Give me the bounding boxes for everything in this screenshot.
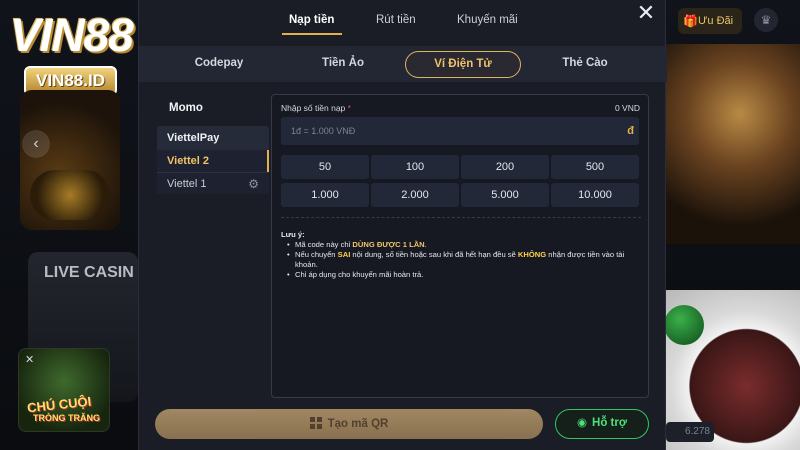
note-item: Nếu chuyển SAI nội dung, số tiền hoặc sa… [287, 250, 641, 270]
support-button[interactable]: ◉ Hỗ trợ [555, 409, 649, 439]
quick-amount-button[interactable]: 5.000 [461, 183, 549, 207]
quick-amount-button[interactable]: 200 [461, 155, 549, 179]
promo-chip[interactable]: 🎁 Ưu Đãi [678, 8, 742, 34]
amount-label-text: Nhập số tiền nạp [281, 103, 346, 113]
qr-code-icon [309, 417, 322, 429]
note-text: Mã code này chỉ [295, 240, 353, 249]
deposit-form-panel: Nhập số tiền nạp * 0 VND đ 50 100 200 50… [271, 94, 649, 398]
carousel-prev-arrow-icon[interactable]: ‹ [22, 130, 50, 158]
note-text: . [424, 240, 427, 249]
close-icon[interactable]: ✕ [25, 353, 34, 366]
section-divider [281, 217, 641, 218]
provider-label: Viettel 2 [167, 155, 209, 167]
maintenance-icon: ⚙ [248, 177, 259, 191]
method-crypto[interactable]: Tiền Ảo [291, 51, 395, 78]
currency-dong-icon: đ [627, 125, 634, 137]
promo-chip-label: Ưu Đãi [698, 15, 734, 27]
green-ball-decoration [664, 305, 704, 345]
active-tab-indicator [282, 33, 342, 35]
live-casino-label: LIVE CASIN [44, 264, 134, 281]
method-ewallet[interactable]: Ví Điện Tử [405, 51, 521, 78]
note-warning: SAI [337, 250, 351, 259]
create-qr-button[interactable]: Tạo mã QR [155, 409, 543, 439]
amount-label: Nhập số tiền nạp * [281, 103, 351, 113]
logo-main-text: VIN88 [10, 9, 134, 61]
balance-display: 0 VND [614, 103, 640, 113]
method-codepay[interactable]: Codepay [167, 51, 271, 78]
provider-viettel-1[interactable]: Viettel 1 ⚙ [157, 172, 269, 194]
tab-deposit[interactable]: Nạp tiền [289, 14, 334, 26]
jackpot-counter: 6.278 [666, 422, 714, 442]
note-item: Mã code này chỉ DÙNG ĐƯỢC 1 LẦN. [287, 240, 641, 250]
vip-crown-icon[interactable]: ♛ [754, 8, 778, 32]
provider-group-viettelpay[interactable]: ViettelPay [157, 126, 269, 150]
required-mark: * [347, 103, 351, 113]
floating-game-thumbnail[interactable]: ✕ CHÚ CUỘI TRÒNG TRĂNG [18, 348, 110, 432]
note-warning: KHÔNG [517, 250, 547, 259]
background-banner-right [666, 44, 800, 244]
gift-icon: 🎁 [683, 14, 698, 28]
tab-promotions[interactable]: Khuyến mãi [457, 14, 518, 26]
note-text: nội dung, số tiền hoặc sau khi đã hết hạ… [350, 250, 518, 259]
quick-amount-button[interactable]: 2.000 [371, 183, 459, 207]
provider-list: ViettelPay Viettel 2 Viettel 1 ⚙ [157, 126, 269, 194]
note-text: Nếu chuyển [295, 250, 338, 259]
quick-amount-button[interactable]: 50 [281, 155, 369, 179]
provider-label: Viettel 1 [167, 178, 207, 190]
note-highlight: DÙNG ĐƯỢC 1 LẦN [352, 240, 425, 249]
note-item: Chỉ áp dụng cho khuyến mãi hoàn trả. [287, 270, 641, 280]
quick-amount-button[interactable]: 100 [371, 155, 459, 179]
support-label: Hỗ trợ [592, 417, 628, 429]
game-thumb-title-2: TRÒNG TRĂNG [33, 413, 100, 423]
quick-amount-button[interactable]: 10.000 [551, 183, 639, 207]
quick-amount-button[interactable]: 500 [551, 155, 639, 179]
provider-momo[interactable]: Momo [169, 102, 203, 114]
deposit-notes: Lưu ý: Mã code này chỉ DÙNG ĐƯỢC 1 LẦN. … [281, 230, 641, 280]
note-title: Lưu ý: [281, 230, 305, 239]
quick-amount-button[interactable]: 1.000 [281, 183, 369, 207]
create-qr-label: Tạo mã QR [327, 418, 389, 430]
method-scratch-card[interactable]: Thẻ Cào [533, 51, 637, 78]
tab-withdraw[interactable]: Rút tiền [376, 14, 416, 26]
top-tabs: Nạp tiền Rút tiền Khuyến mãi [139, 0, 667, 38]
deposit-modal: ✕ Nạp tiền Rút tiền Khuyến mãi Codepay T… [138, 0, 667, 450]
payment-method-bar: Codepay Tiền Ảo Ví Điện Tử Thẻ Cào [139, 46, 667, 82]
background-gold-decoration [30, 170, 110, 220]
provider-viettel-2[interactable]: Viettel 2 [157, 150, 269, 172]
amount-input[interactable] [281, 117, 639, 145]
eye-icon: ◉ [576, 417, 588, 429]
